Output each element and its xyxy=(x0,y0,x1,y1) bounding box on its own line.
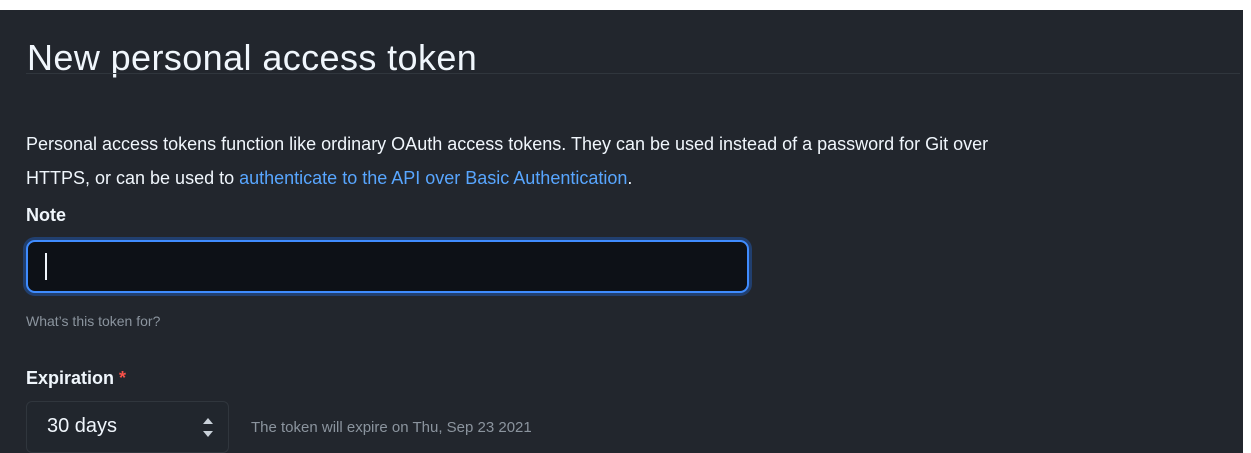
token-description: Personal access tokens function like ord… xyxy=(26,127,1248,195)
title-divider xyxy=(26,73,1240,74)
basic-auth-link[interactable]: authenticate to the API over Basic Authe… xyxy=(239,168,627,188)
description-line-1: Personal access tokens function like ord… xyxy=(26,134,989,154)
note-label: Note xyxy=(26,205,66,225)
left-edge xyxy=(0,10,18,453)
expiration-label-text: Expiration xyxy=(26,368,115,388)
text-cursor xyxy=(45,253,47,280)
expiration-selected-value: 30 days xyxy=(47,415,118,437)
expiration-date-note: The token will expire on Thu, Sep 23 202… xyxy=(251,419,532,436)
expiration-select[interactable]: 30 days xyxy=(26,401,229,453)
note-help-text: What’s this token for? xyxy=(26,313,161,329)
required-marker: * xyxy=(119,368,127,388)
top-border xyxy=(0,0,1251,10)
main-content: New personal access token Personal acces… xyxy=(18,10,1243,453)
note-input[interactable] xyxy=(26,240,749,293)
expiration-label: Expiration * xyxy=(26,368,126,389)
right-border xyxy=(1243,0,1251,453)
description-period: . xyxy=(627,168,633,188)
up-down-chevron-icon xyxy=(203,418,213,437)
page: New personal access token Personal acces… xyxy=(0,0,1251,453)
description-line-2: HTTPS, or can be used to xyxy=(26,168,240,188)
